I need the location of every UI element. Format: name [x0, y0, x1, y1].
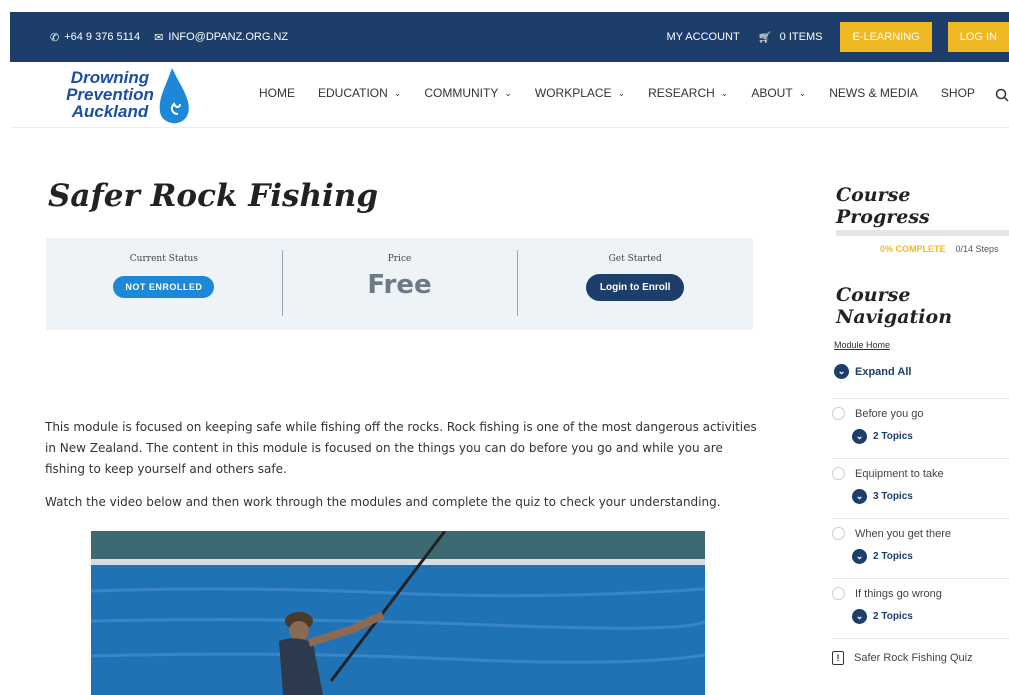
course-navigation-heading: Course Navigation [836, 284, 953, 328]
incomplete-circle-icon [832, 527, 845, 540]
course-progress-heading: Course Progress [836, 184, 930, 228]
chevron-down-icon: ⌄ [852, 549, 867, 564]
cart-icon: 🛒︎ [757, 31, 772, 44]
get-started-label: Get Started [608, 254, 662, 264]
nav-education[interactable]: EDUCATION ⌄ [318, 86, 401, 100]
topics-toggle[interactable]: ⌄ 3 Topics [852, 489, 913, 504]
price-label: Price [387, 254, 412, 264]
nav-home[interactable]: HOME [259, 86, 295, 100]
get-started-column: Get Started Login to Enroll [517, 238, 753, 330]
incomplete-circle-icon [832, 467, 845, 480]
progress-steps: 0/14 Steps [955, 244, 999, 254]
chevron-down-icon: ⌄ [720, 87, 729, 98]
video-thumbnail [91, 531, 705, 695]
progress-text: 0% COMPLETE 0/14 Steps [880, 244, 999, 254]
water-drop-icon [159, 68, 189, 124]
phone-link[interactable]: ✆ +64 9 376 5114 [50, 31, 140, 44]
search-icon[interactable] [995, 88, 1009, 105]
logo[interactable]: Drowning Prevention Auckland [60, 66, 195, 126]
lesson-item[interactable]: Equipment to take ⌄ 3 Topics [832, 458, 1009, 518]
mail-icon: ✉ [154, 31, 164, 44]
chevron-down-icon: ⌄ [852, 429, 867, 444]
intro-paragraph: This module is focused on keeping safe w… [45, 420, 757, 476]
login-button[interactable]: LOG IN [947, 22, 1009, 52]
quiz-item[interactable]: ! Safer Rock Fishing Quiz [832, 638, 1009, 665]
email-link[interactable]: ✉ INFO@DPANZ.ORG.NZ [154, 31, 288, 44]
chevron-down-icon: ⌄ [798, 87, 807, 98]
topics-toggle[interactable]: ⌄ 2 Topics [852, 609, 913, 624]
nav-about[interactable]: ABOUT ⌄ [751, 86, 806, 100]
price-column: Price Free [281, 238, 518, 330]
module-home-link[interactable]: Module Home [834, 340, 890, 350]
chevron-down-icon: ⌄ [504, 87, 512, 98]
video-player[interactable] [91, 531, 705, 695]
nav-shop[interactable]: SHOP [941, 86, 975, 100]
chevron-down-icon: ⌄ [834, 364, 849, 379]
cart-link[interactable]: 🛒︎ 0 ITEMS [758, 31, 823, 44]
topics-toggle[interactable]: ⌄ 2 Topics [852, 549, 913, 564]
price-value: Free [367, 270, 432, 300]
course-status-box: Current Status NOT ENROLLED Price Free G… [46, 238, 753, 330]
progress-bar [836, 230, 1009, 236]
incomplete-circle-icon [832, 587, 845, 600]
incomplete-circle-icon [832, 407, 845, 420]
quiz-icon: ! [832, 651, 844, 665]
chevron-down-icon: ⌄ [852, 489, 867, 504]
status-badge: NOT ENROLLED [113, 276, 215, 298]
lesson-item[interactable]: Before you go ⌄ 2 Topics [832, 398, 1009, 458]
lesson-item[interactable]: When you get there ⌄ 2 Topics [832, 518, 1009, 578]
expand-all-button[interactable]: ⌄ Expand All [834, 364, 911, 379]
instructions-paragraph: Watch the video below and then work thro… [45, 495, 721, 509]
nav-research[interactable]: RESEARCH ⌄ [648, 86, 728, 100]
top-bar: ✆ +64 9 376 5114 ✉ INFO@DPANZ.ORG.NZ MY … [10, 12, 1009, 62]
chevron-down-icon: ⌄ [617, 87, 626, 98]
topics-toggle[interactable]: ⌄ 2 Topics [852, 429, 913, 444]
chevron-down-icon: ⌄ [393, 87, 402, 98]
nav-workplace[interactable]: WORKPLACE ⌄ [535, 86, 625, 100]
chevron-down-icon: ⌄ [852, 609, 867, 624]
lesson-item[interactable]: If things go wrong ⌄ 2 Topics [832, 578, 1009, 638]
my-account-link[interactable]: MY ACCOUNT [667, 31, 740, 43]
status-column: Current Status NOT ENROLLED [46, 238, 282, 330]
nav-news-media[interactable]: NEWS & MEDIA [829, 86, 918, 100]
status-label: Current Status [129, 254, 198, 264]
nav-community[interactable]: COMMUNITY ⌄ [424, 86, 512, 100]
main-nav: Drowning Prevention Auckland HOME EDUCAT… [10, 62, 1009, 128]
login-to-enroll-button[interactable]: Login to Enroll [585, 274, 685, 301]
elearning-button[interactable]: E-LEARNING [840, 22, 932, 52]
page-title: Safer Rock Fishing [48, 178, 379, 214]
progress-percent: 0% COMPLETE [880, 244, 946, 254]
phone-icon: ✆ [50, 31, 60, 44]
